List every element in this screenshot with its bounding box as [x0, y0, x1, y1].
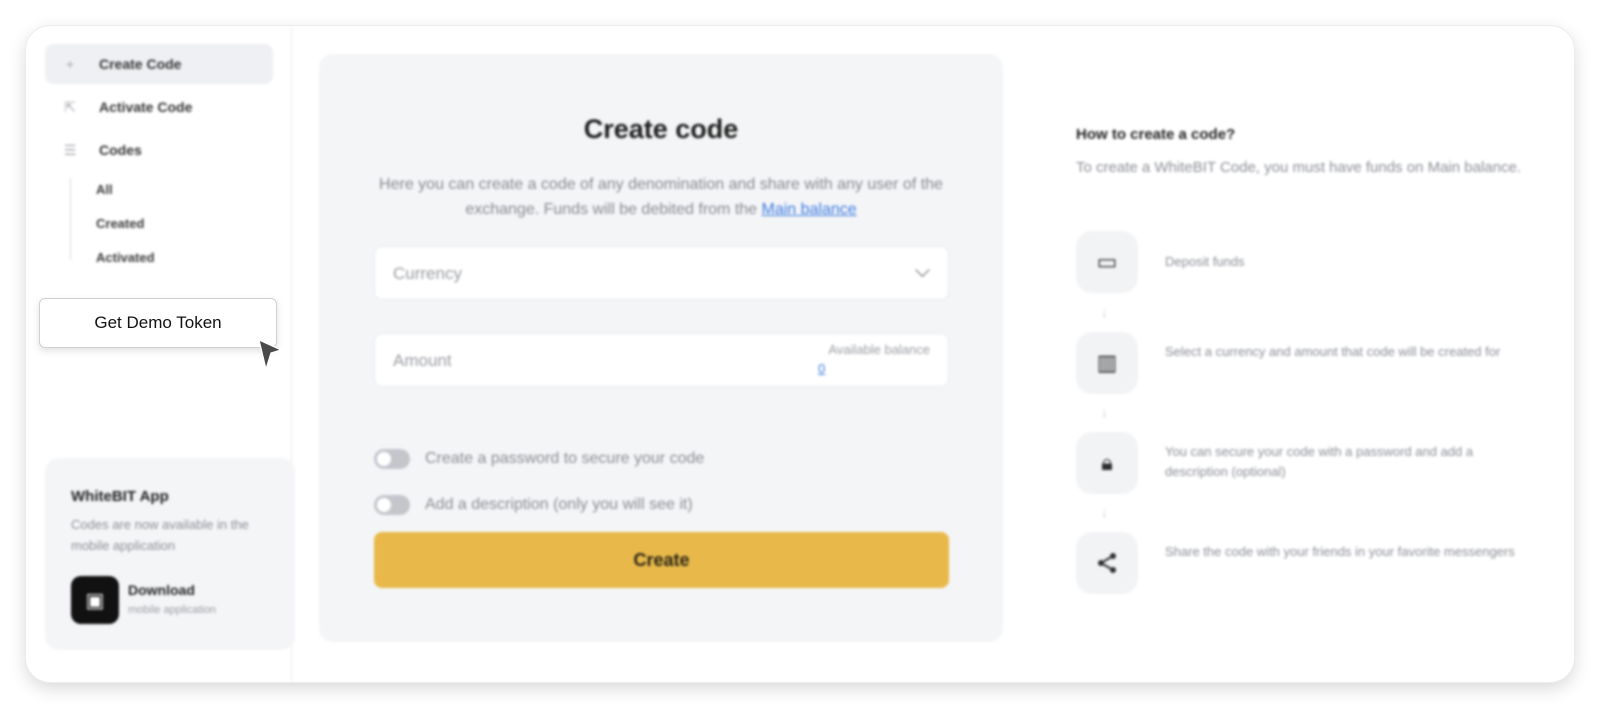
description-toggle-label: Add a description (only you will see it)	[425, 496, 693, 513]
wallet-icon: ▭	[1076, 231, 1138, 293]
plus-icon: +	[65, 56, 75, 72]
currency-select[interactable]: Currency ⌵	[374, 246, 949, 300]
sidebar-subitem-activated[interactable]: Activated	[96, 250, 155, 265]
download-link[interactable]: Download	[128, 582, 195, 598]
lock-icon: 🔒︎	[1076, 432, 1138, 494]
help-title: How to create a code?	[1076, 126, 1236, 143]
page-title: Create code	[583, 114, 739, 144]
step-text: Share the code with your friends in your…	[1165, 544, 1515, 559]
password-toggle-row: Create a password to secure your code	[374, 449, 704, 469]
form-description-text: Here you can create a code of any denomi…	[379, 176, 943, 218]
step-text: Select a currency and amount that code w…	[1165, 344, 1501, 359]
arrow-down-icon: ↓	[1101, 404, 1108, 420]
app-card-description: Codes are now available in the mobile ap…	[71, 517, 249, 553]
sidebar-item-codes[interactable]: ☰ Codes	[45, 130, 273, 170]
app-card-title: WhiteBIT App	[71, 488, 169, 505]
main-balance-link[interactable]: Main balance	[762, 201, 857, 218]
password-toggle[interactable]	[374, 449, 410, 469]
step-text: You can secure your code with a password…	[1165, 444, 1474, 479]
available-balance-value[interactable]: 0	[818, 361, 825, 376]
sidebar-subitem-all[interactable]: All	[96, 182, 113, 197]
arrow-down-icon: ↓	[1101, 304, 1108, 320]
sidebar-item-label: Create Code	[99, 56, 182, 72]
amount-input[interactable]: Amount Available balance 0	[374, 333, 949, 387]
sidebar-item-label: Codes	[99, 142, 142, 158]
subitem-tree-line	[70, 178, 72, 260]
help-description: To create a WhiteBIT Code, you must have…	[1076, 159, 1521, 176]
mouse-cursor-icon	[258, 338, 283, 372]
arrow-down-icon: ↓	[1101, 504, 1108, 520]
create-code-form: Create code Here you can create a code o…	[319, 54, 1003, 642]
password-toggle-label: Create a password to secure your code	[425, 450, 705, 467]
share-icon	[1076, 532, 1138, 594]
mobile-app-card: WhiteBIT App Codes are now available in …	[45, 458, 295, 650]
amount-placeholder: Amount	[393, 351, 452, 370]
get-demo-token-button[interactable]: Get Demo Token	[39, 298, 277, 348]
download-subtitle: mobile application	[128, 604, 217, 616]
available-balance-label: Available balance	[828, 342, 930, 357]
step-text: Deposit funds	[1165, 254, 1245, 269]
sidebar-subitem-created[interactable]: Created	[96, 216, 144, 231]
form-description: Here you can create a code of any denomi…	[369, 172, 953, 222]
create-button[interactable]: Create	[374, 532, 949, 588]
chevron-down-icon: ⌵	[914, 260, 930, 282]
sidebar-item-label: Activate Code	[99, 99, 193, 115]
currency-placeholder: Currency	[393, 264, 462, 283]
qr-code-icon[interactable]: ▣	[71, 576, 119, 624]
sidebar-item-create-code[interactable]: + Create Code	[45, 44, 273, 84]
activate-icon: ⇱	[64, 98, 76, 115]
description-toggle-row: Add a description (only you will see it)	[374, 495, 693, 515]
list-icon: ☰	[63, 141, 77, 158]
sidebar: + Create Code ⇱ Activate Code ☰ Codes Al…	[26, 26, 295, 682]
description-toggle[interactable]	[374, 495, 410, 515]
sidebar-item-activate-code[interactable]: ⇱ Activate Code	[45, 87, 273, 127]
coins-icon: ▥	[1076, 332, 1138, 394]
